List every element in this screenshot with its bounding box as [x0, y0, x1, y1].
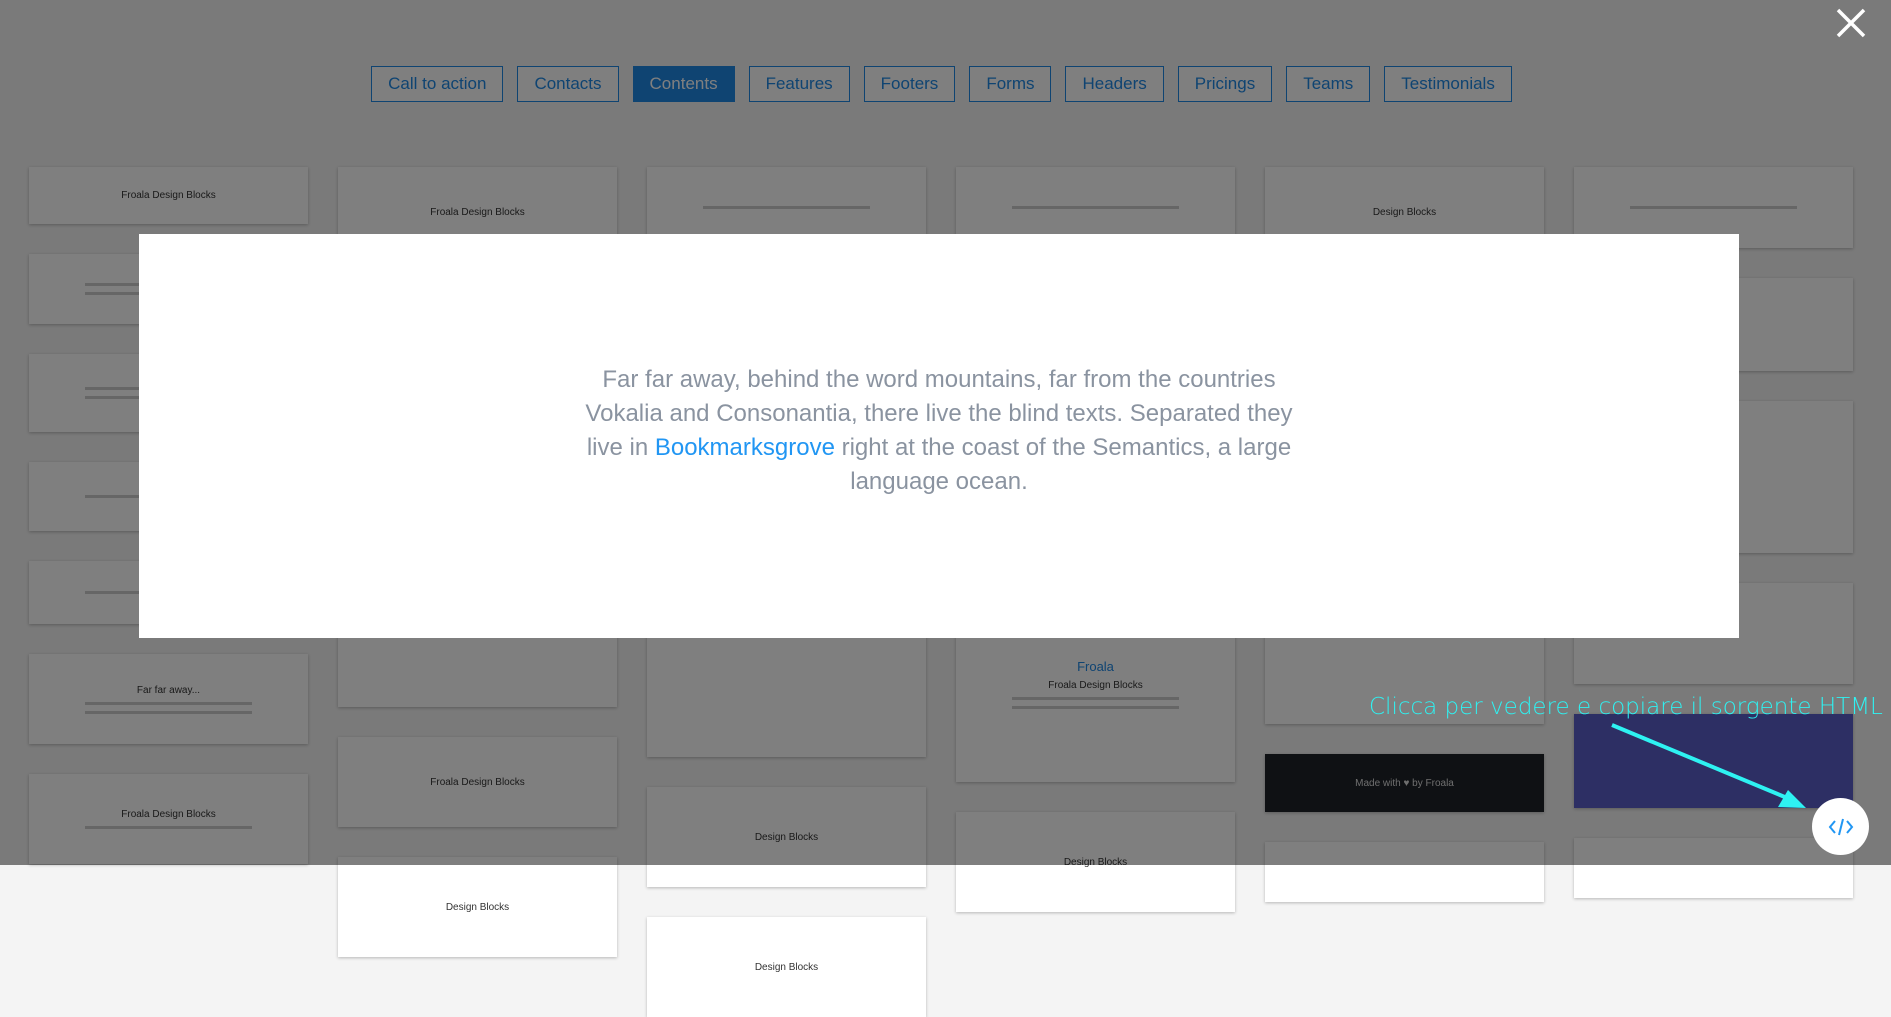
- close-button[interactable]: [1834, 6, 1868, 40]
- bookmarksgrove-link[interactable]: Bookmarksgrove: [655, 434, 835, 461]
- paragraph-text: right at the coast of the Semantics, a l…: [834, 434, 1292, 495]
- close-icon: [1836, 8, 1866, 38]
- thumbnail[interactable]: Design Blocks: [338, 857, 617, 957]
- thumbnail[interactable]: Design Blocks: [647, 917, 926, 1017]
- thumbnail-title: Design Blocks: [445, 901, 510, 913]
- preview-modal: Far far away, behind the word mountains,…: [139, 234, 1739, 638]
- code-icon: [1828, 818, 1853, 835]
- preview-paragraph: Far far away, behind the word mountains,…: [569, 363, 1309, 499]
- view-source-button[interactable]: [1812, 798, 1869, 855]
- hint-text: Clicca per vedere e copiare il sorgente …: [1369, 694, 1883, 720]
- thumbnail-title: Design Blocks: [754, 961, 819, 973]
